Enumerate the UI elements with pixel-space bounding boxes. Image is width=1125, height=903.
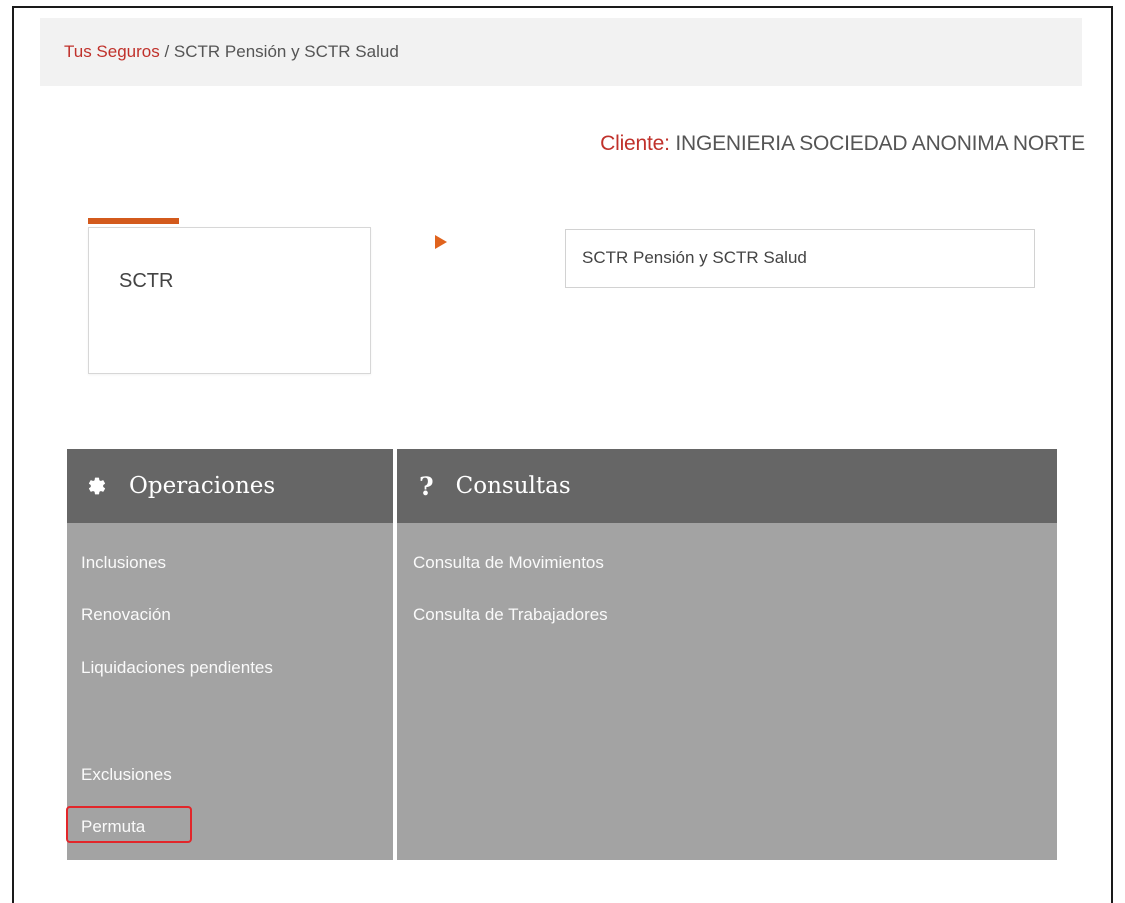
breadcrumb-link-tus-seguros[interactable]: Tus Seguros xyxy=(64,42,160,61)
menu-item-exclusiones[interactable]: Exclusiones xyxy=(81,765,172,785)
menu-item-consulta-trabajadores[interactable]: Consulta de Trabajadores xyxy=(413,605,608,625)
client-name: INGENIERIA SOCIEDAD ANONIMA NORTE xyxy=(675,132,1085,155)
product-select[interactable]: SCTR Pensión y SCTR Salud xyxy=(565,229,1035,288)
consultas-panel: ? Consultas Consulta de Movimientos Cons… xyxy=(397,449,1057,860)
operaciones-header: Operaciones xyxy=(67,449,393,523)
gear-icon xyxy=(88,477,106,495)
consultas-header: ? Consultas xyxy=(397,449,1057,523)
client-label: Cliente: xyxy=(600,132,670,155)
permuta-highlight-box xyxy=(66,806,192,843)
arrow-right-icon xyxy=(435,235,447,249)
product-card-sctr[interactable]: SCTR xyxy=(88,227,371,374)
operaciones-panel: Operaciones Inclusiones Renovación Liqui… xyxy=(67,449,393,860)
menu-item-renovacion[interactable]: Renovación xyxy=(81,605,171,625)
menu-item-liquidaciones-pendientes[interactable]: Liquidaciones pendientes xyxy=(81,658,273,678)
card-accent-bar xyxy=(88,218,179,224)
product-card-label: SCTR xyxy=(119,270,174,292)
client-info: Cliente: INGENIERIA SOCIEDAD ANONIMA NOR… xyxy=(600,132,1085,156)
breadcrumb-separator: / xyxy=(159,42,174,61)
operaciones-title: Operaciones xyxy=(129,473,276,499)
consultas-title: Consultas xyxy=(455,473,571,499)
menu-item-inclusiones[interactable]: Inclusiones xyxy=(81,553,166,573)
menu-item-consulta-movimientos[interactable]: Consulta de Movimientos xyxy=(413,553,604,573)
breadcrumb: Tus Seguros / SCTR Pensión y SCTR Salud xyxy=(40,18,1082,86)
question-icon: ? xyxy=(419,471,434,501)
breadcrumb-current: SCTR Pensión y SCTR Salud xyxy=(173,42,399,61)
